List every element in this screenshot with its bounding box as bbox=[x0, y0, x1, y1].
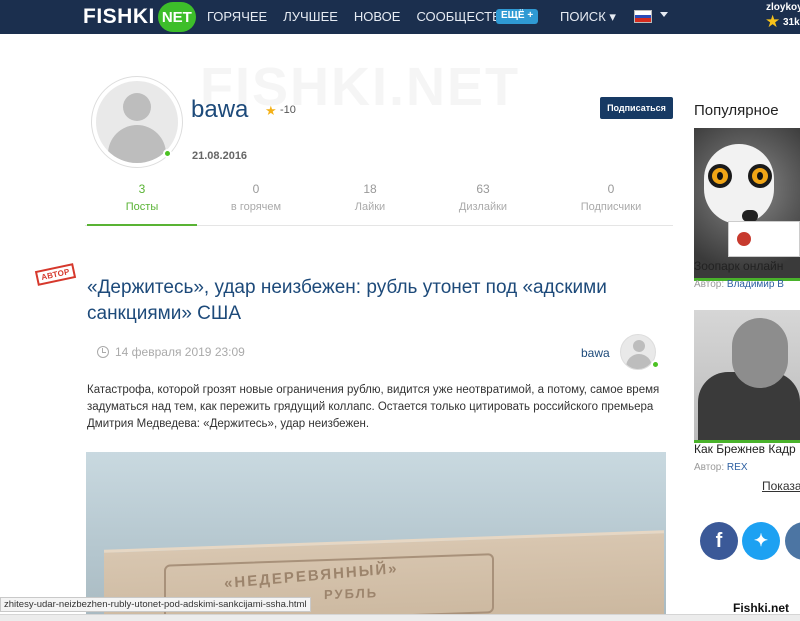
stat-count: 0 bbox=[252, 182, 260, 196]
card-title[interactable]: Зоопарк онлайн bbox=[694, 259, 800, 273]
profile-stats-tabs: 3 Посты 0 в горячем 18 Лайки 63 Дизлайки… bbox=[85, 182, 673, 226]
article-image[interactable]: «НЕДЕРЕВЯННЫЙ» РУБЛЬ bbox=[86, 452, 666, 621]
profile-rating: -10 bbox=[280, 104, 296, 116]
author-stamp-badge: АВТОР bbox=[34, 263, 77, 286]
card-author-link[interactable]: REX bbox=[727, 462, 748, 473]
article-title-link[interactable]: «Держитесь», удар неизбежен: рубль утоне… bbox=[87, 275, 607, 327]
chevron-down-icon[interactable] bbox=[660, 12, 668, 17]
subscribe-button[interactable]: Подписаться bbox=[600, 97, 673, 119]
author-online-indicator bbox=[651, 360, 660, 369]
stat-count: 0 bbox=[607, 182, 615, 196]
card-author: Автор: Владимир В bbox=[694, 279, 784, 290]
nav-menu: ГОРЯЧЕЕ ЛУЧШЕЕ НОВОЕ СООБЩЕСТВА bbox=[207, 9, 525, 24]
nav-user-score: 31k bbox=[783, 17, 800, 28]
clock-icon bbox=[97, 346, 109, 358]
card-author: Автор: REX bbox=[694, 462, 748, 473]
portrait-image[interactable] bbox=[694, 310, 800, 440]
plaque-text: РУБЛЬ bbox=[324, 585, 379, 603]
popular-card-caption: Как Брежнев Кадр Автор: REX bbox=[694, 435, 800, 473]
nav-item-new[interactable]: НОВОЕ bbox=[354, 9, 401, 24]
nav-item-best[interactable]: ЛУЧШЕЕ bbox=[283, 9, 338, 24]
bottom-scrollbar[interactable] bbox=[0, 614, 800, 621]
stat-label: Посты bbox=[125, 201, 159, 213]
top-navigation: FISHKI NET ГОРЯЧЕЕ ЛУЧШЕЕ НОВОЕ СООБЩЕСТ… bbox=[0, 0, 800, 34]
twitter-icon[interactable]: ✦ bbox=[742, 522, 780, 560]
card-author-link[interactable]: Владимир В bbox=[727, 279, 784, 290]
star-icon: ★ bbox=[765, 12, 781, 31]
online-status-indicator bbox=[163, 149, 172, 158]
tab-dislikes[interactable]: 63 Дизлайки bbox=[428, 182, 538, 213]
popular-card[interactable] bbox=[694, 310, 800, 443]
logo-text: FISHKI bbox=[83, 5, 155, 28]
article-lead-text: Катастрофа, которой грозят новые огранич… bbox=[87, 384, 660, 430]
stat-count: 63 bbox=[476, 182, 490, 196]
stat-label: Лайки bbox=[354, 201, 386, 213]
stat-label: Дизлайки bbox=[458, 201, 508, 213]
tab-subscribers[interactable]: 0 Подписчики bbox=[556, 182, 666, 213]
russia-flag-icon[interactable] bbox=[634, 10, 652, 23]
nav-item-hot[interactable]: ГОРЯЧЕЕ bbox=[207, 9, 267, 24]
stat-label: в горячем bbox=[230, 201, 282, 213]
status-bar-url: zhitesy-udar-neizbezhen-rubly-utonet-pod… bbox=[0, 597, 311, 612]
stat-label: Подписчики bbox=[580, 201, 642, 213]
tab-hot[interactable]: 0 в горячем bbox=[201, 182, 311, 213]
fishki-watermark: Fishki.net bbox=[733, 601, 790, 615]
logo-net-badge: NET bbox=[157, 2, 196, 32]
popular-card-caption: Зоопарк онлайн Автор: Владимир В bbox=[694, 252, 800, 290]
article-author-link[interactable]: bawa bbox=[581, 346, 610, 360]
show-more-link[interactable]: Показа bbox=[762, 479, 800, 493]
facebook-icon[interactable]: f bbox=[700, 522, 738, 560]
article-date: 14 февраля 2019 23:09 bbox=[115, 345, 245, 359]
vk-icon[interactable] bbox=[785, 522, 800, 560]
nav-search-dropdown[interactable]: ПОИСК ▾ bbox=[560, 9, 616, 25]
site-logo[interactable]: FISHKI NET bbox=[83, 2, 196, 32]
card-title[interactable]: Как Брежнев Кадр bbox=[694, 442, 800, 456]
tab-likes[interactable]: 18 Лайки bbox=[315, 182, 425, 213]
profile-username: bawa bbox=[191, 96, 249, 123]
stat-count: 18 bbox=[363, 182, 377, 196]
rating-star-icon: ★ bbox=[265, 103, 277, 118]
nav-more-button[interactable]: ЕЩЁ + bbox=[496, 9, 539, 24]
profile-join-date: 21.08.2016 bbox=[192, 150, 248, 162]
tab-posts[interactable]: 3 Посты bbox=[87, 182, 197, 226]
sidebar-title: Популярное bbox=[694, 102, 779, 119]
stat-count: 3 bbox=[138, 182, 146, 196]
